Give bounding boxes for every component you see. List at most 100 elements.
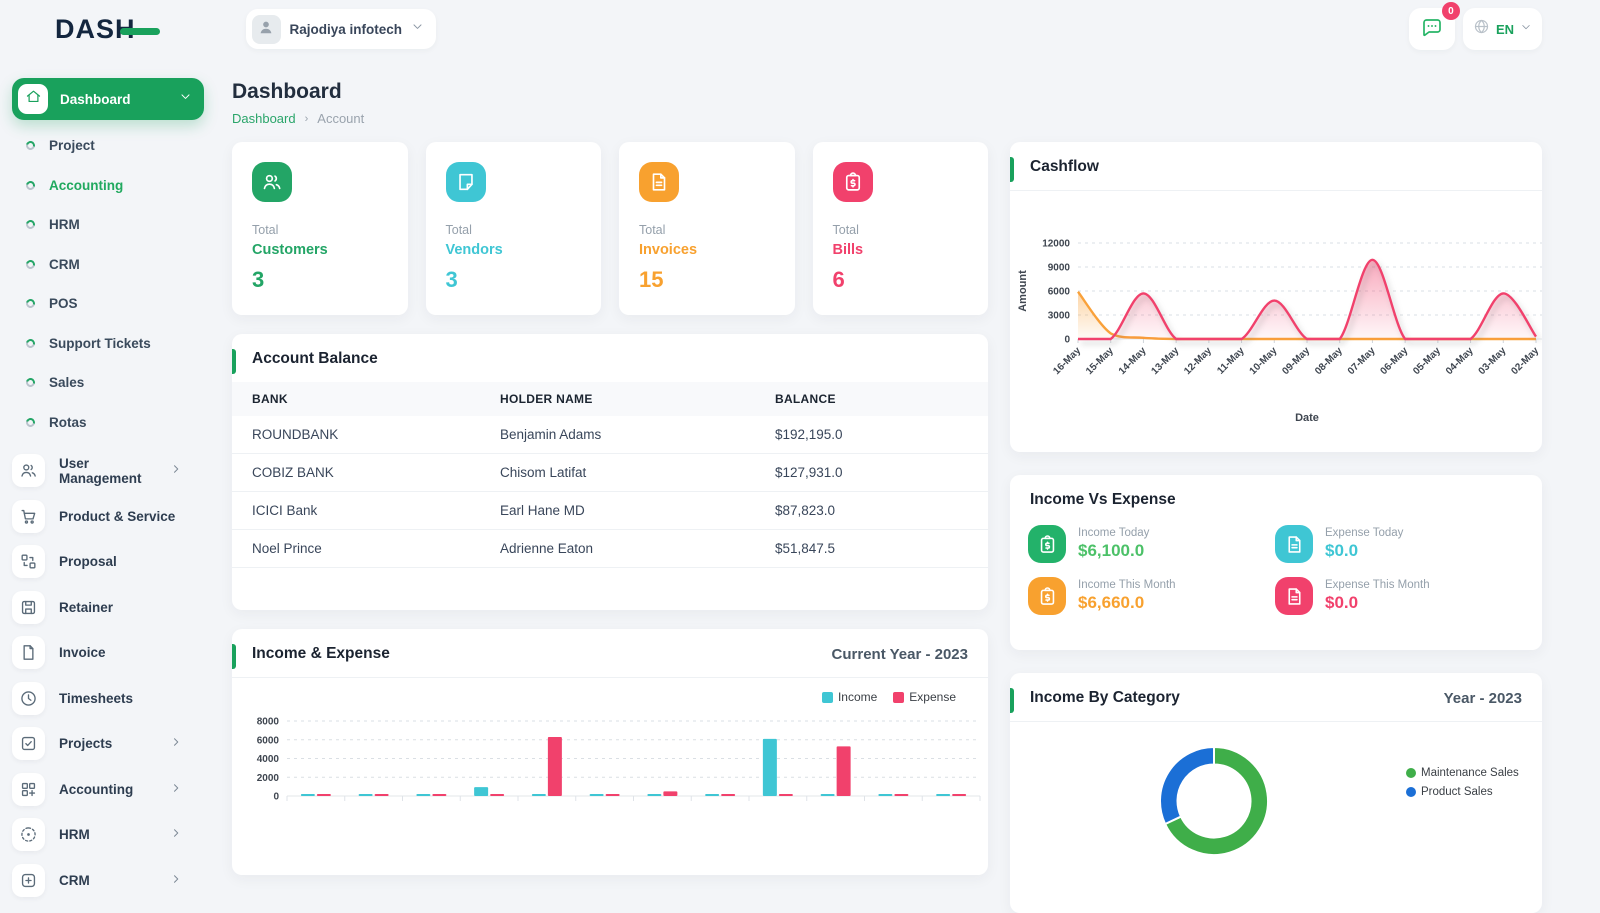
income-expense-bar-chart: 80006000400020000	[232, 704, 988, 854]
sidebar-item-label: Projects	[59, 736, 156, 751]
svg-text:0: 0	[273, 792, 279, 803]
cell-bank: ICICI Bank	[232, 492, 480, 530]
account-balance-card: Account Balance BANKHOLDER NAMEBALANCE R…	[232, 334, 988, 610]
legend-swatch	[822, 692, 833, 703]
metric-income-this-month: Income This Month $6,660.0	[1028, 577, 1275, 615]
sidebar-item-dashboard[interactable]: Dashboard	[12, 78, 204, 120]
sidebar-item-project[interactable]: Project	[12, 126, 204, 166]
svg-text:3000: 3000	[1048, 311, 1071, 322]
column-header-holder-name: HOLDER NAME	[480, 382, 755, 416]
sidebar-item-timesheets[interactable]: Timesheets	[12, 676, 204, 722]
stat-value: 6	[833, 267, 969, 293]
sidebar-item-invoice[interactable]: Invoice	[12, 630, 204, 676]
stat-prefix: Total	[446, 223, 582, 237]
file-text-icon	[1275, 525, 1313, 563]
sidebar-item-projects[interactable]: Projects	[12, 721, 204, 767]
sidebar-item-pos[interactable]: POS	[12, 284, 204, 324]
breadcrumb-separator: ›	[305, 113, 309, 125]
svg-text:Date: Date	[1295, 412, 1319, 424]
breadcrumb-parent-link[interactable]: Dashboard	[232, 111, 296, 126]
breadcrumb: Dashboard › Account	[232, 111, 1542, 126]
sidebar-item-hrm[interactable]: HRM	[12, 812, 204, 858]
workspace-name: Rajodiya infotech	[290, 22, 403, 37]
clipboard-dollar-icon	[1028, 577, 1066, 615]
accent-bar	[232, 349, 236, 374]
svg-text:06-May: 06-May	[1379, 345, 1411, 377]
sidebar-item-accounting[interactable]: Accounting	[12, 166, 204, 206]
stat-card-customers: Total Customers 3	[232, 142, 408, 315]
table-row: Noel PrinceAdrienne Eaton$51,847.5	[232, 530, 988, 568]
sidebar-item-crm[interactable]: CRM	[12, 858, 204, 904]
sidebar: Dashboard Project Accounting HRM CRM POS…	[0, 58, 216, 900]
cell-bank: COBIZ BANK	[232, 454, 480, 492]
circle-bullet-icon	[24, 298, 36, 310]
logo-dash-decoration	[120, 28, 160, 35]
metric-income-today: Income Today $6,100.0	[1028, 525, 1275, 563]
cell-balance: $127,931.0	[755, 454, 988, 492]
svg-text:11-May: 11-May	[1215, 345, 1247, 377]
chevron-right-icon	[170, 736, 182, 751]
svg-text:12000: 12000	[1042, 239, 1070, 250]
chevron-down-icon	[179, 90, 192, 108]
circle-bullet-icon	[24, 416, 36, 428]
table-row: COBIZ BANKChisom Latifat$127,931.0	[232, 454, 988, 492]
income-vs-expense-grid: Income Today $6,100.0 Expense Today $0.0…	[1010, 523, 1542, 635]
sidebar-item-proposal[interactable]: Proposal	[12, 539, 204, 585]
sidebar-item-retainer[interactable]: Retainer	[12, 585, 204, 631]
table-row: ICICI BankEarl Hane MD$87,823.0	[232, 492, 988, 530]
sidebar-item-sales[interactable]: Sales	[12, 363, 204, 403]
topbar: DASH Rajodiya infotech 0 EN	[0, 0, 1600, 58]
retainer-icon	[12, 591, 45, 624]
chevron-right-icon	[170, 782, 182, 797]
account-balance-title: Account Balance	[252, 350, 378, 368]
svg-text:03-May: 03-May	[1477, 345, 1509, 377]
svg-text:8000: 8000	[257, 717, 280, 728]
cell-holder-name: Adrienne Eaton	[480, 530, 755, 568]
workspace-switcher[interactable]: Rajodiya infotech	[246, 9, 437, 49]
language-selector[interactable]: EN	[1463, 8, 1542, 50]
users-icon	[252, 162, 292, 202]
stat-label: Invoices	[639, 242, 775, 258]
metric-value: $0.0	[1325, 541, 1403, 561]
messages-button[interactable]: 0	[1409, 8, 1455, 50]
sidebar-item-label: CRM	[49, 257, 80, 272]
sidebar-item-label: Retainer	[59, 600, 204, 615]
metric-expense-today: Expense Today $0.0	[1275, 525, 1522, 563]
sidebar-item-user-management[interactable]: User Management	[12, 448, 204, 494]
metric-label: Income Today	[1078, 527, 1149, 539]
svg-text:12-May: 12-May	[1182, 345, 1214, 377]
sidebar-item-hrm[interactable]: HRM	[12, 205, 204, 245]
account-balance-table: BANKHOLDER NAMEBALANCE ROUNDBANKBenjamin…	[232, 382, 988, 568]
language-label: EN	[1496, 22, 1514, 37]
income-vs-expense-title: Income Vs Expense	[1030, 491, 1176, 509]
circle-bullet-icon	[24, 219, 36, 231]
sidebar-item-product-service[interactable]: Product & Service	[12, 494, 204, 540]
legend-dot	[1406, 787, 1416, 797]
stat-label: Customers	[252, 242, 388, 258]
stat-label: Vendors	[446, 242, 582, 258]
svg-text:02-May: 02-May	[1509, 345, 1541, 377]
sidebar-item-rotas[interactable]: Rotas	[12, 403, 204, 443]
stat-prefix: Total	[833, 223, 969, 237]
metric-value: $6,660.0	[1078, 593, 1176, 613]
income-expense-title: Income & Expense	[252, 645, 390, 663]
breadcrumb-current: Account	[317, 111, 364, 126]
svg-text:13-May: 13-May	[1150, 345, 1182, 377]
users-icon	[12, 454, 45, 487]
svg-text:16-May: 16-May	[1051, 345, 1083, 377]
sidebar-item-support-tickets[interactable]: Support Tickets	[12, 324, 204, 364]
sidebar-item-label: Rotas	[49, 415, 87, 430]
accent-bar	[232, 644, 236, 669]
globe-icon	[1473, 18, 1490, 40]
sidebar-item-crm[interactable]: CRM	[12, 245, 204, 285]
svg-text:14-May: 14-May	[1117, 345, 1149, 377]
sidebar-simple-list: Project Accounting HRM CRM POS Support T…	[12, 126, 204, 442]
accent-bar	[1010, 157, 1014, 182]
chat-icon	[1420, 16, 1444, 43]
sidebar-item-label: Proposal	[59, 554, 204, 569]
income-by-category-donut-chart	[1010, 722, 1542, 897]
cell-holder-name: Earl Hane MD	[480, 492, 755, 530]
metric-label: Expense Today	[1325, 527, 1403, 539]
sidebar-item-accounting[interactable]: Accounting	[12, 767, 204, 813]
app-logo[interactable]: DASH	[55, 14, 160, 45]
